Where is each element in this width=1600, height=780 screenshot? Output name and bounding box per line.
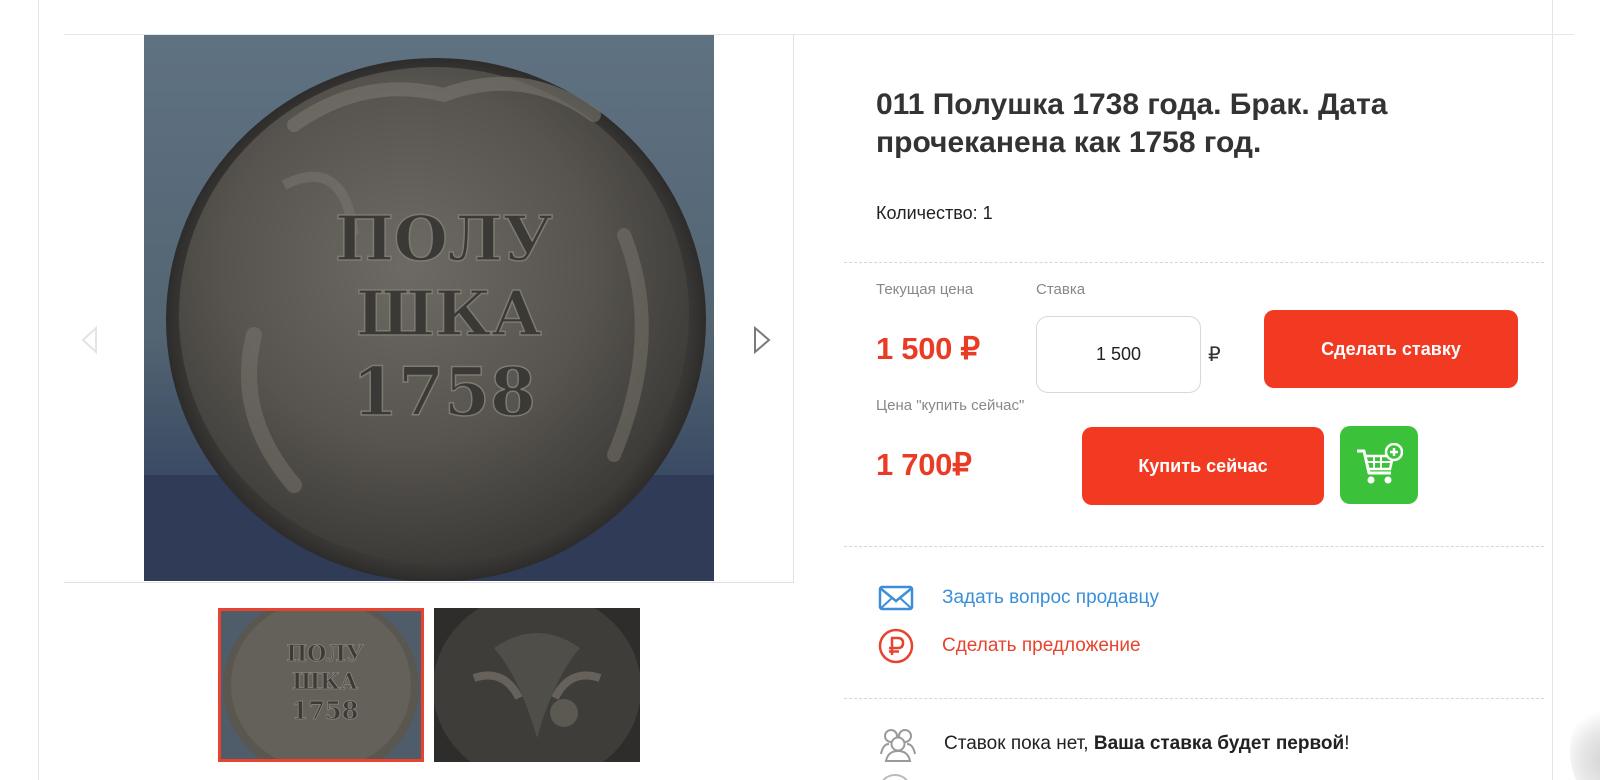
lot-title: 011 Полушка 1738 года. Брак. Дата прочек… [876, 88, 1388, 159]
current-price: 1 500 ₽ [876, 331, 980, 366]
place-bid-button[interactable]: Сделать ставку [1264, 310, 1518, 388]
bid-label: Ставка [1036, 281, 1086, 298]
partial-icon [878, 774, 912, 780]
thumb-coin-line2: ШКА [292, 669, 358, 695]
buy-now-price-label: Цена "купить сейчас" [876, 397, 1025, 414]
buy-now-price: 1 700₽ [876, 447, 972, 482]
coin-text-line2: ШКА [356, 277, 542, 350]
divider [844, 698, 1544, 699]
thumbnail-2[interactable] [434, 608, 640, 762]
buy-now-button[interactable]: Купить сейчас [1082, 427, 1324, 505]
thumb-coin-line1: ПОЛУ [286, 641, 363, 667]
lot-page: ПОЛУ ШКА 1758 ПОЛУ ШКА 1758 011 Полушка … [0, 0, 1600, 780]
add-to-cart-button[interactable] [1340, 426, 1418, 504]
image-gallery: ПОЛУ ШКА 1758 [64, 35, 794, 583]
ruble-circle-icon [876, 626, 916, 666]
main-photo[interactable]: ПОЛУ ШКА 1758 [144, 35, 714, 581]
gallery-next-button[interactable] [750, 325, 774, 355]
make-offer-label: Сделать предложение [942, 635, 1141, 656]
bids-status-text: Ставок пока нет, Ваша ставка будет перво… [944, 733, 1350, 754]
expand-button[interactable] [712, 65, 754, 107]
make-offer-link[interactable]: Сделать предложение [876, 626, 1141, 666]
page-frame-right [1552, 0, 1553, 780]
ask-seller-link[interactable]: Задать вопрос продавцу [876, 578, 1159, 618]
divider [844, 546, 1544, 547]
current-price-label: Текущая цена [876, 281, 974, 298]
chevron-left-icon [81, 325, 97, 355]
bids-status-emphasis: Ваша ставка будет первой [1093, 733, 1345, 754]
users-icon [876, 724, 920, 764]
cart-add-icon [1357, 443, 1403, 484]
envelope-icon [876, 578, 916, 618]
bid-input[interactable] [1036, 316, 1201, 393]
chevron-right-icon [754, 325, 771, 355]
thumbnail-1[interactable]: ПОЛУ ШКА 1758 [218, 608, 424, 762]
bid-currency: ₽ [1208, 344, 1221, 366]
thumb-coin-line3: 1758 [292, 696, 359, 725]
gallery-prev-button[interactable] [78, 325, 102, 355]
coin-text-line1: ПОЛУ [335, 202, 553, 275]
page-frame-left [38, 0, 39, 780]
bids-status: Ставок пока нет, Ваша ставка будет перво… [876, 724, 1349, 764]
coin-text-line3: 1758 [352, 353, 536, 431]
ask-seller-label: Задать вопрос продавцу [942, 587, 1159, 608]
scroll-indicator [1570, 700, 1600, 780]
expand-icon [714, 67, 752, 105]
quantity-label: Количество: 1 [876, 203, 993, 223]
divider [844, 262, 1544, 263]
